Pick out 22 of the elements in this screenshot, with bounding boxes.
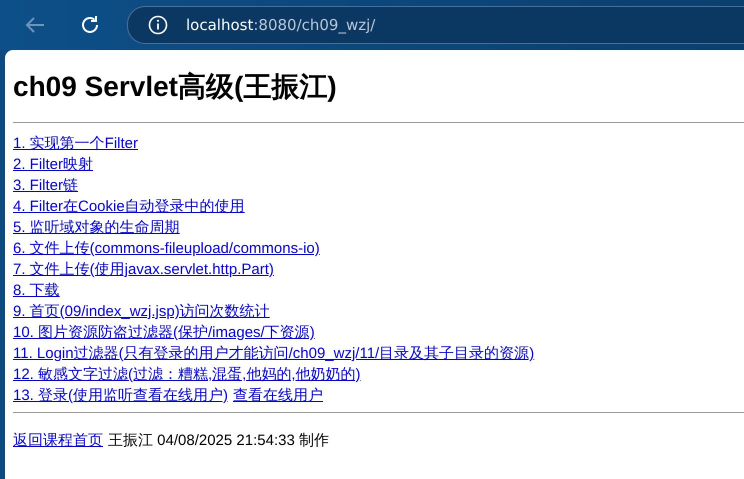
nav-link[interactable]: 2. Filter映射: [13, 156, 94, 173]
reload-icon[interactable]: [79, 14, 101, 36]
nav-link[interactable]: 4. Filter在Cookie自动登录中的使用: [13, 198, 245, 215]
footer-text: 王振江 04/08/2025 21:54:33 制作: [108, 431, 329, 450]
nav-link[interactable]: 11. Login过滤器(只有登录的用户才能访问/ch09_wzj/11/目录及其子目录的资源): [13, 345, 534, 362]
nav-link[interactable]: 1. 实现第一个Filter: [13, 135, 138, 152]
home-link[interactable]: 返回课程首页: [13, 431, 103, 450]
nav-link[interactable]: 10. 图片资源防盗过滤器(保护/images/下资源): [13, 324, 315, 341]
nav-link[interactable]: 12. 敏感文字过滤(过滤：糟糕,混蛋,他妈的,他奶奶的): [13, 366, 361, 383]
nav-link[interactable]: 13. 登录(使用监听查看在线用户): [13, 387, 228, 404]
url-text: localhost:8080/ch09_wzj/: [186, 16, 376, 34]
nav-link[interactable]: 9. 首页(09/index_wzj.jsp)访问次数统计: [13, 303, 270, 320]
nav-link[interactable]: 3. Filter链: [13, 177, 78, 194]
page-heading: ch09 Servlet高级(王振江): [13, 70, 338, 104]
nav-link[interactable]: 5. 监听域对象的生命周期: [13, 219, 180, 236]
nav-link[interactable]: 7. 文件上传(使用javax.servlet.http.Part): [13, 261, 274, 278]
info-icon[interactable]: [148, 15, 168, 35]
nav-link[interactable]: 8. 下载: [13, 282, 60, 299]
address-bar[interactable]: localhost:8080/ch09_wzj/: [127, 6, 744, 44]
nav-link[interactable]: 查看在线用户: [233, 387, 324, 404]
back-icon[interactable]: [24, 16, 46, 34]
nav-link[interactable]: 6. 文件上传(commons-fileupload/commons-io): [13, 240, 320, 257]
